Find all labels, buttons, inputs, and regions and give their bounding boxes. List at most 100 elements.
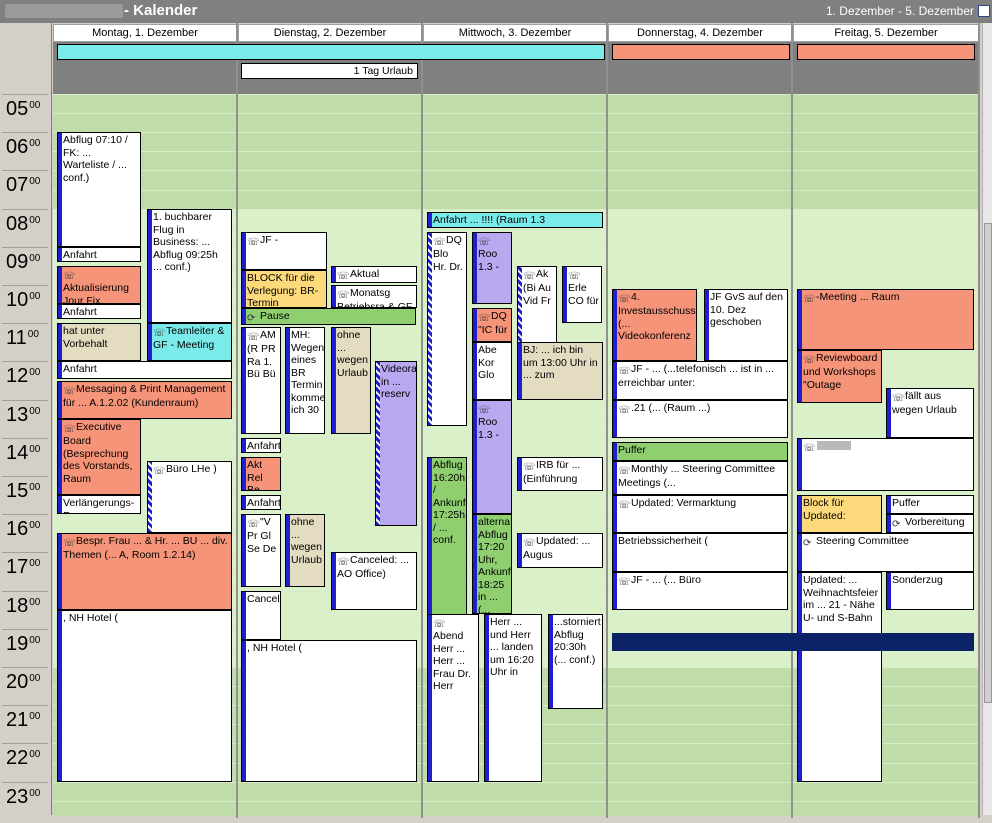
event-status-strip [58, 496, 62, 513]
event-mi-anfahrt[interactable]: Anfahrt ... !!!! (Raum 1.3 [427, 212, 603, 228]
event-mi-dq1[interactable]: ☏DQ Blo Hr. Dr. [427, 232, 467, 426]
event-fr-faellt[interactable]: ☏fällt aus wegen Urlaub [886, 388, 974, 438]
event-text: Puffer [892, 497, 920, 509]
event-text: Erle CO für [568, 282, 599, 307]
event-do-updated[interactable]: ☏Updated: Vermarktung [612, 495, 788, 533]
grid-line [608, 132, 792, 134]
event-mo-bespr[interactable]: ☏Bespr. Frau ... & Hr. ... BU ... div. T… [57, 533, 232, 610]
date-range: 1. Dezember - 5. Dezember [825, 4, 974, 18]
event-mi-alt[interactable]: alterna Abflug 17:20 Uhr, Ankunf 18:25 i… [472, 514, 512, 614]
event-mo2-buero[interactable]: ☏Büro LHe ) [147, 461, 232, 533]
event-mo-hotel[interactable]: , NH Hotel ( [57, 610, 232, 782]
title-bar: - Kalender 1. Dezember - 5. Dezember [0, 0, 992, 23]
event-mi-herr[interactable]: Herr ... und Herr ... landen um 16:20 Uh… [484, 614, 542, 782]
event-do-puffer[interactable]: Puffer [612, 442, 788, 461]
event-fr-blur1[interactable]: ☏ [797, 438, 974, 491]
event-di-akt2[interactable]: Akt Rel Be [241, 457, 281, 491]
event-text: Vorbereitung [905, 516, 965, 528]
event-status-strip [613, 401, 617, 437]
event-di-pause[interactable]: ⟳ Pause [241, 308, 416, 325]
event-di-am[interactable]: ☏AM (R PR Ra 1. Bü Bü [241, 327, 281, 434]
hour-divider [2, 361, 48, 362]
event-di-monat[interactable]: ☏Monatsg Betriebsra & GF [331, 285, 417, 308]
event-di-jf[interactable]: ☏JF - [241, 232, 327, 270]
event-di-ohne1[interactable]: ohne ... wegen Urlaub [331, 327, 371, 434]
event-mi-erl[interactable]: ☏Erle CO für [562, 266, 602, 323]
event-mi-abend[interactable]: ☏Abend Herr ... Herr ... Frau Dr. Herr [427, 614, 479, 782]
event-fr-steer[interactable]: ⟳ Steering Committee [797, 533, 974, 572]
event-fr-puffer[interactable]: Puffer [886, 495, 974, 514]
event-di-video[interactable]: Videoraum in ... reserv [375, 361, 417, 526]
event-mo-abflug[interactable]: Abflug 07:10 / FK: ... Warteliste / ... … [57, 132, 141, 247]
event-fr-review[interactable]: ☏Reviewboard und Workshops "Outage [797, 350, 882, 403]
event-text: Anfahrt ... !!!! (Raum 1.3 [433, 214, 546, 226]
day-header[interactable]: Donnerstag, 4. Dezember [608, 24, 792, 42]
allday-event-multiday[interactable] [57, 44, 605, 60]
horizontal-scrollbar[interactable] [0, 815, 992, 823]
event-text: Anfahrt [63, 363, 97, 375]
event-fr-block[interactable]: Block für Updated: [797, 495, 882, 533]
event-di-aktual[interactable]: ☏Aktual [331, 266, 417, 283]
event-do-jf2[interactable]: ☏JF - ... (... Büro [612, 572, 788, 610]
event-di-anfahrt2[interactable]: Anfahrt [241, 495, 281, 510]
event-di-hotel[interactable]: , NH Hotel ( [241, 640, 417, 782]
event-mo-anfahrt1[interactable]: Anfahrt [57, 247, 141, 262]
grid-line [793, 265, 979, 267]
event-di-v[interactable]: ☏"V Pr Gl Se De [241, 514, 281, 587]
event-mo-vorbehalt[interactable]: hat unter Vorbehalt [57, 323, 141, 361]
event-mo-verl[interactable]: Verlängerungs-R [57, 495, 141, 514]
event-mo-board[interactable]: ☏Executive Board (Besprechung des Vorsta… [57, 419, 141, 495]
event-di-mh[interactable]: MH: Wegen eines BR Termin kommen ich 30 [285, 327, 325, 434]
event-text: Anfahrt [63, 306, 97, 318]
day-header[interactable]: Dienstag, 2. Dezember [238, 24, 422, 42]
event-do-jfgvs[interactable]: JF GvS auf den 10. Dez geschoben [704, 289, 788, 361]
event-status-strip [58, 611, 62, 781]
event-mo-messaging[interactable]: ☏Messaging & Print Management für ... A.… [57, 381, 232, 419]
event-di-ohne2[interactable]: ohne ... wegen Urlaub [285, 514, 325, 587]
event-do-raum[interactable]: ☏.21 (... (Raum ...) [612, 400, 788, 438]
scrollbar-thumb[interactable] [984, 223, 992, 703]
grid-line [423, 113, 607, 115]
event-fr-sonder[interactable]: Sonderzug [886, 572, 974, 610]
event-mo-aktual[interactable]: ☏Aktualisierung Jour Fix [57, 266, 141, 304]
day-header[interactable]: Freitag, 5. Dezember [793, 24, 979, 42]
grid-line [608, 227, 792, 229]
event-do-invest[interactable]: ☏4. Investausschuss (... Videokonferenz [612, 289, 697, 361]
event-mi-updated[interactable]: ☏Updated: ... Augus [517, 533, 603, 568]
hour-label: 1600 [6, 518, 41, 540]
event-mi-storn[interactable]: ...storniert Abflug 20:30h (... conf.) [548, 614, 603, 709]
day-header[interactable]: Montag, 1. Dezember [53, 24, 237, 42]
event-di-canceled[interactable]: ☏Canceled: ... AO Office) [331, 552, 417, 610]
event-mo2-flug[interactable]: 1. buchbarer Flug in Business: ... Abflu… [147, 209, 232, 323]
grid-line [608, 113, 792, 115]
calendar-icon[interactable] [978, 5, 990, 17]
event-mi-room2[interactable]: ☏Roo 1.3 - [472, 400, 512, 514]
event-di-block[interactable]: BLOCK für die Verlegung: BR-Termin [241, 270, 327, 308]
day-header[interactable]: Mittwoch, 3. Dezember [423, 24, 607, 42]
allday-event-do[interactable] [612, 44, 790, 60]
event-fr-updated[interactable]: Updated: ... Weihnachtsfeier im ... 21 -… [797, 572, 882, 782]
event-text: alterna Abflug 17:20 Uhr, Ankunf 18:25 i… [478, 516, 511, 614]
event-mi-irb[interactable]: ☏IRB für ... (Einführung [517, 457, 603, 491]
event-do-betrieb[interactable]: Betriebssicherheit ( [612, 533, 788, 572]
event-mi-bj[interactable]: BJ: ... ich bin um 13:00 Uhr in ... zum [517, 342, 603, 400]
event-mi-abe[interactable]: Abe Kor Glo [472, 342, 512, 400]
event-fr-meeting[interactable]: ☏-Meeting ... Raum [797, 289, 974, 350]
event-do-jf1[interactable]: ☏JF - ... (...telefonisch ... ist in ...… [612, 361, 788, 400]
reminder-bell-icon: ☏ [247, 237, 260, 248]
allday-urlaub[interactable]: 1 Tag Urlaub [241, 63, 418, 79]
allday-event-fr[interactable] [797, 44, 975, 60]
event-fr-vorb[interactable]: ⟳ Vorbereitung [886, 514, 974, 533]
event-mo-anfahrt3[interactable]: Anfahrt [57, 361, 232, 379]
event-mi-dq2[interactable]: ☏DQ "IC für [472, 308, 512, 342]
event-mi-room1[interactable]: ☏Roo 1.3 - [472, 232, 512, 304]
event-di-cancel[interactable]: Cancel [241, 591, 281, 640]
vertical-scrollbar[interactable] [982, 23, 992, 818]
grid-line [238, 113, 422, 115]
grid-line [608, 170, 792, 172]
event-status-strip [58, 133, 62, 246]
event-mo-anfahrt2[interactable]: Anfahrt [57, 304, 141, 319]
event-do-monthly[interactable]: ☏Monthly ... Steering Committee Meetings… [612, 461, 788, 495]
event-mo2-team[interactable]: ☏Teamleiter & GF - Meeting [147, 323, 232, 361]
event-di-anfahrt1[interactable]: Anfahrt [241, 438, 281, 453]
